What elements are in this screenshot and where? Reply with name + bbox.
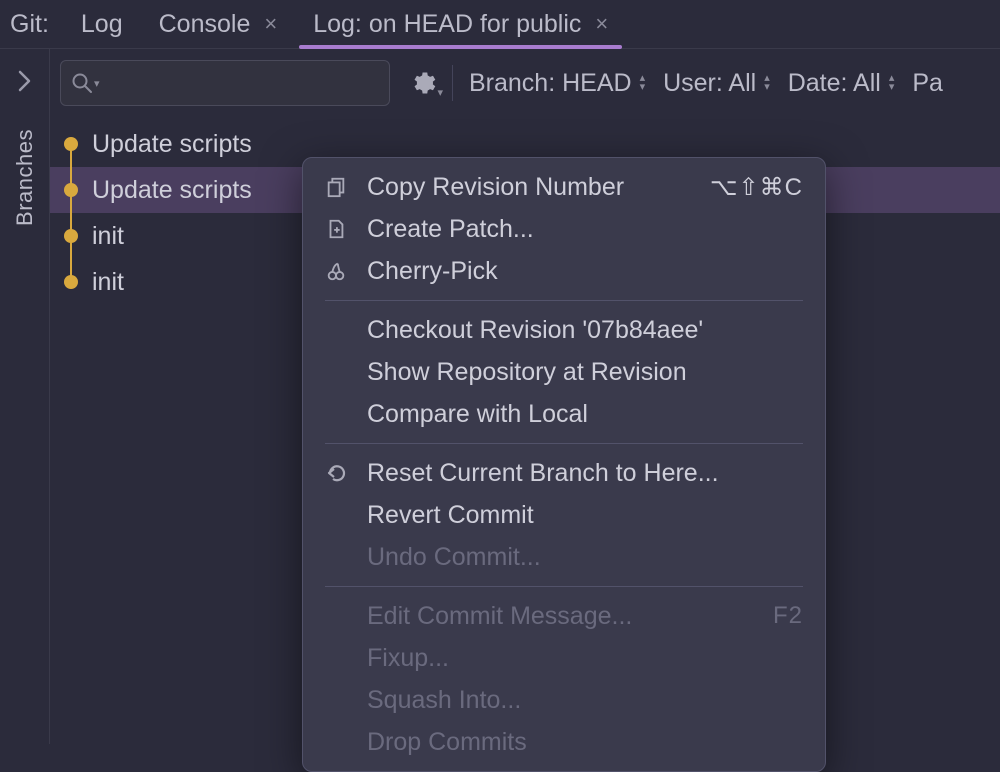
commit-message: Update scripts — [92, 130, 252, 159]
menu-separator — [325, 586, 803, 587]
tab-console-label: Console — [159, 10, 251, 39]
tab-console[interactable]: Console × — [141, 0, 296, 48]
gear-icon[interactable]: ▾ — [408, 69, 436, 97]
filter-path-label: Pa — [912, 69, 943, 98]
sort-arrows-icon: ▴▾ — [889, 74, 895, 92]
commit-node-icon — [64, 183, 78, 197]
menu-shortcut: F2 — [773, 602, 803, 630]
search-input[interactable]: ▾ — [60, 60, 390, 106]
menu-separator — [325, 300, 803, 301]
filter-date[interactable]: Date: All ▴▾ — [788, 69, 895, 98]
filter-path[interactable]: Pa — [912, 69, 943, 98]
menu-undo-commit: Undo Commit... — [303, 536, 825, 578]
filter-branch-label: Branch: HEAD — [469, 69, 632, 98]
menu-label: Cherry-Pick — [367, 257, 803, 286]
menu-label: Squash Into... — [367, 686, 803, 715]
menu-label: Revert Commit — [367, 501, 803, 530]
filter-date-label: Date: All — [788, 69, 881, 98]
branches-tab[interactable]: Branches — [12, 129, 38, 226]
commit-message: init — [92, 222, 124, 251]
tab-log-label: Log — [81, 10, 123, 39]
menu-create-patch[interactable]: Create Patch... — [303, 208, 825, 250]
menu-compare-local[interactable]: Compare with Local — [303, 393, 825, 435]
commit-node-icon — [64, 275, 78, 289]
cherry-icon — [325, 260, 367, 282]
menu-label: Show Repository at Revision — [367, 358, 803, 387]
filter-user-label: User: All — [663, 69, 756, 98]
filter-branch[interactable]: Branch: HEAD ▴▾ — [469, 69, 645, 98]
menu-show-repo[interactable]: Show Repository at Revision — [303, 351, 825, 393]
undo-icon — [325, 461, 367, 485]
search-icon — [71, 72, 93, 94]
graph-line — [70, 144, 72, 284]
menu-fixup: Fixup... — [303, 637, 825, 679]
menu-label: Checkout Revision '07b84aee' — [367, 316, 803, 345]
menu-squash: Squash Into... — [303, 679, 825, 721]
tab-log[interactable]: Log — [63, 0, 141, 48]
git-label: Git: — [6, 10, 63, 39]
copy-icon — [325, 176, 367, 198]
git-tabbar: Git: Log Console × Log: on HEAD for publ… — [0, 0, 1000, 49]
log-toolbar: ▾ ▾ Branch: HEAD ▴▾ User: All ▴▾ Date: A… — [50, 49, 1000, 109]
menu-reset-branch[interactable]: Reset Current Branch to Here... — [303, 452, 825, 494]
menu-copy-revision[interactable]: Copy Revision Number ⌥⇧⌘C — [303, 166, 825, 208]
tab-log-head[interactable]: Log: on HEAD for public × — [295, 0, 626, 48]
menu-separator — [325, 443, 803, 444]
commit-node-icon — [64, 137, 78, 151]
filter-user[interactable]: User: All ▴▾ — [663, 69, 770, 98]
menu-label: Copy Revision Number — [367, 173, 710, 202]
menu-label: Undo Commit... — [367, 543, 803, 572]
commit-context-menu: Copy Revision Number ⌥⇧⌘C Create Patch..… — [302, 157, 826, 772]
menu-label: Create Patch... — [367, 215, 803, 244]
menu-revert-commit[interactable]: Revert Commit — [303, 494, 825, 536]
menu-label: Compare with Local — [367, 400, 803, 429]
sort-arrows-icon: ▴▾ — [764, 74, 770, 92]
chevron-right-icon[interactable] — [18, 67, 32, 99]
menu-label: Reset Current Branch to Here... — [367, 459, 803, 488]
menu-label: Edit Commit Message... — [367, 602, 773, 631]
sidebar: Branches — [0, 49, 50, 744]
menu-drop-commits: Drop Commits — [303, 721, 825, 763]
commit-message: init — [92, 268, 124, 297]
tab-log-head-label: Log: on HEAD for public — [313, 10, 581, 39]
menu-edit-commit-msg: Edit Commit Message... F2 — [303, 595, 825, 637]
menu-label: Fixup... — [367, 644, 803, 673]
sort-arrows-icon: ▴▾ — [640, 74, 646, 92]
commit-node-icon — [64, 229, 78, 243]
patch-icon — [325, 218, 367, 240]
chevron-down-icon: ▾ — [437, 86, 443, 99]
divider — [452, 65, 453, 101]
menu-checkout-revision[interactable]: Checkout Revision '07b84aee' — [303, 309, 825, 351]
menu-cherry-pick[interactable]: Cherry-Pick — [303, 250, 825, 292]
menu-shortcut: ⌥⇧⌘C — [710, 173, 803, 202]
close-icon[interactable]: × — [595, 13, 608, 35]
chevron-down-icon: ▾ — [94, 77, 100, 90]
commit-message: Update scripts — [92, 176, 252, 205]
menu-label: Drop Commits — [367, 728, 803, 757]
close-icon[interactable]: × — [264, 13, 277, 35]
